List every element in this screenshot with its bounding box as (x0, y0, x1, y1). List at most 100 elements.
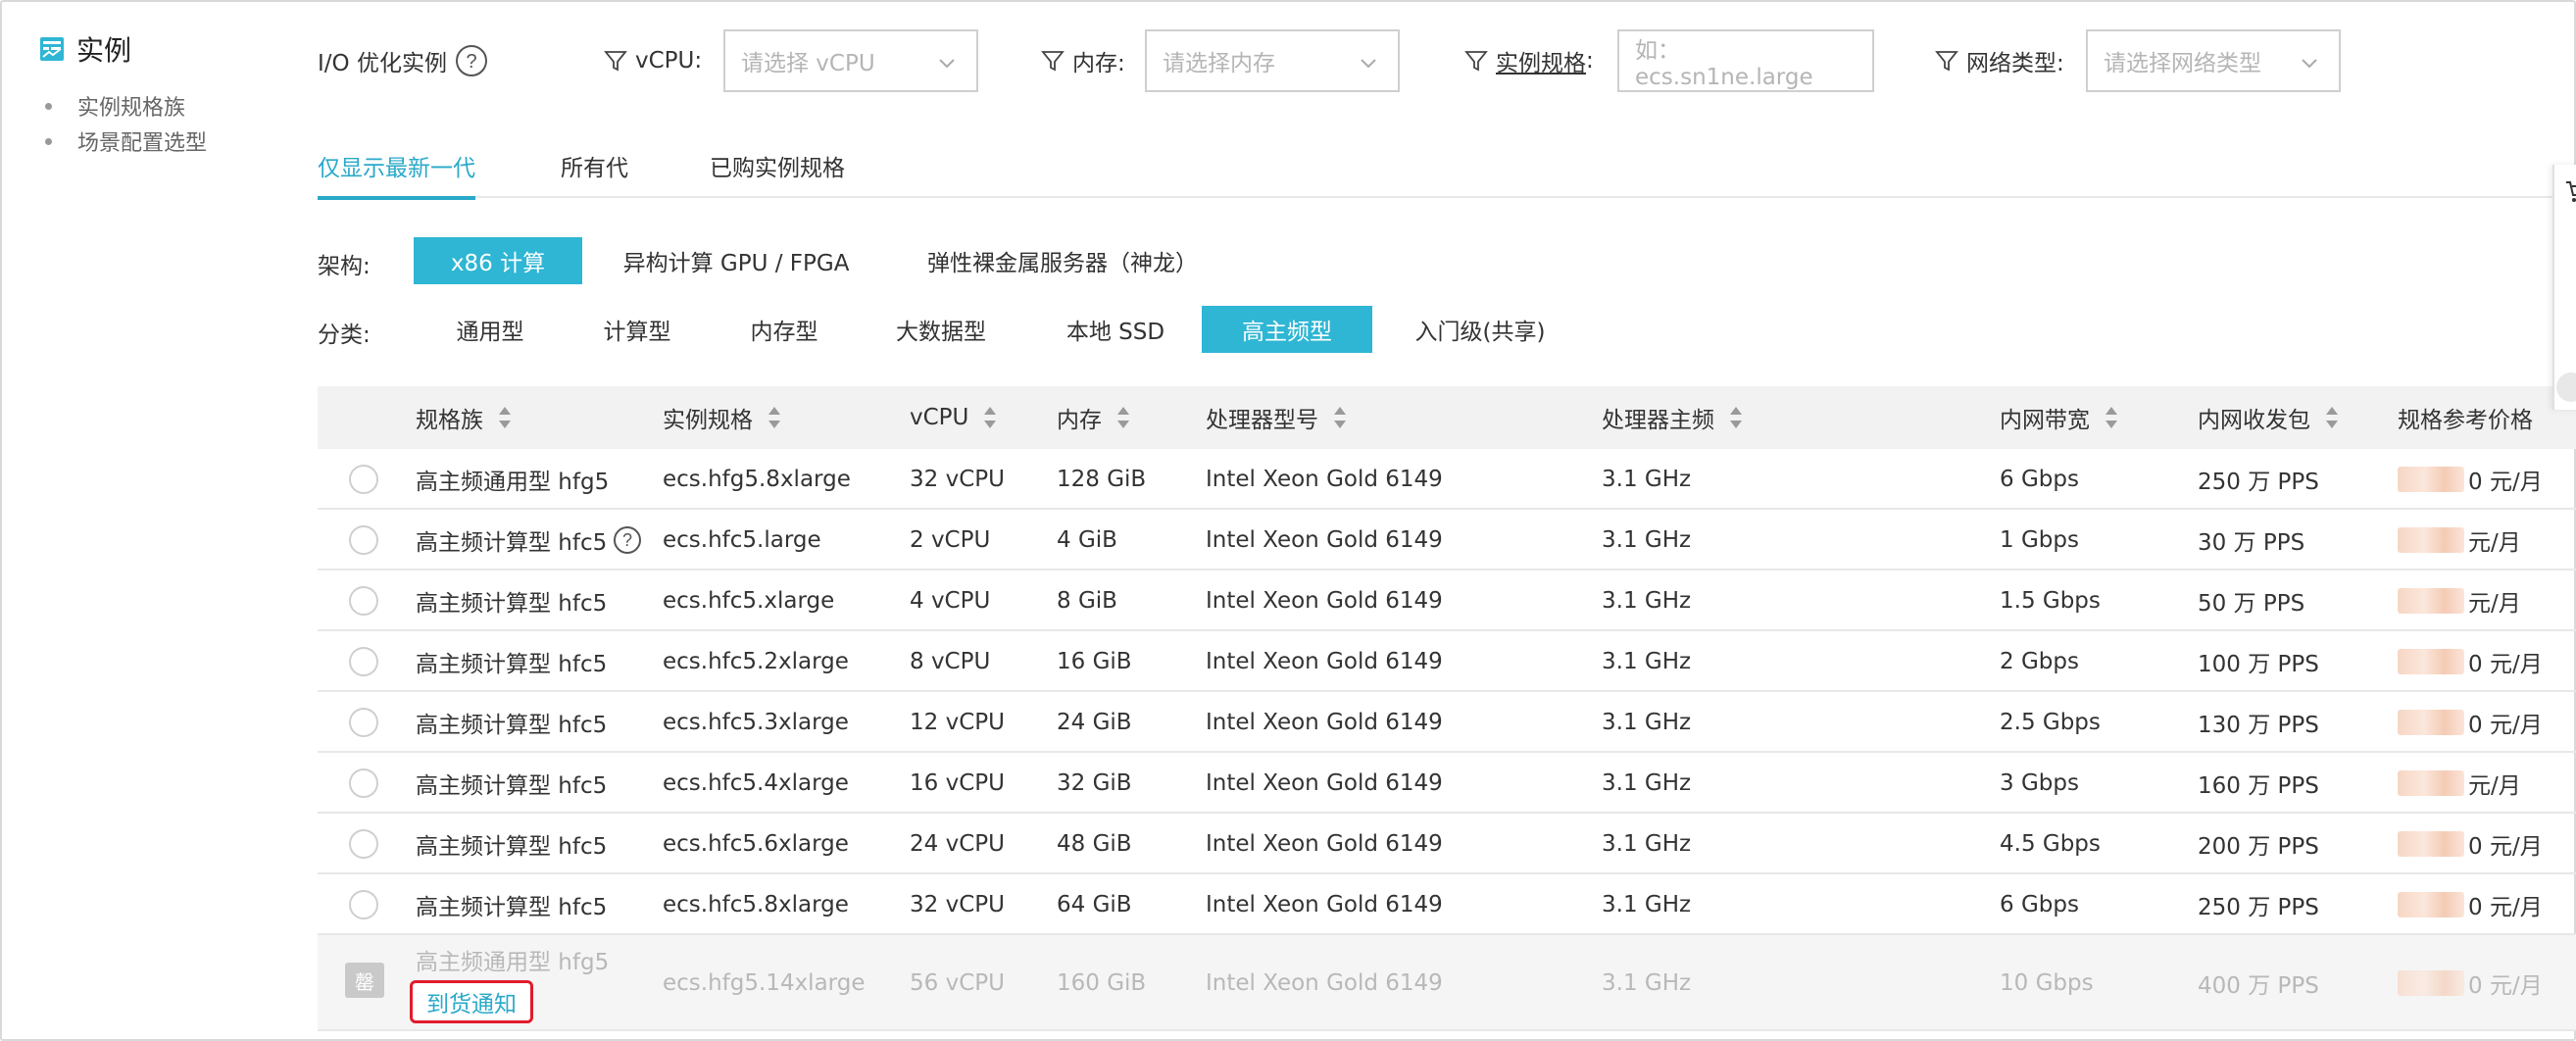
column-header-vcpu[interactable]: vCPU (910, 386, 998, 449)
table-row[interactable]: 高主频计算型 hfc5 ecs.hfc5.2xlarge 8 vCPU 16 GiB I… (318, 631, 2576, 692)
category-option-high-frequency[interactable]: 高主频型 (1202, 306, 1372, 353)
cell-family: 高主频通用型 hfg5 (416, 470, 610, 495)
cell-price: 0 元/月 (2398, 874, 2543, 935)
sidebar-item-families[interactable]: 实例规格族 (39, 88, 284, 124)
sort-icon (2326, 407, 2338, 428)
spec-link[interactable]: 实例规格 (1496, 44, 1586, 77)
column-header-spec[interactable]: 实例规格 (663, 386, 782, 449)
cell-family: 高主频通用型 hfg5 (416, 950, 610, 975)
row-radio[interactable] (349, 647, 378, 676)
cell-vcpu: 4 vCPU (910, 588, 991, 614)
vcpu-select[interactable]: 请选择 vCPU (723, 29, 978, 92)
cell-spec: ecs.hfc5.6xlarge (663, 831, 849, 857)
row-radio[interactable] (349, 708, 378, 737)
price-redacted (2398, 970, 2464, 996)
cell-cpu-model: Intel Xeon Gold 6149 (1206, 892, 1443, 917)
cell-family: 高主频计算型 hfc5 (416, 652, 608, 677)
cell-pps: 100 万 PPS (2198, 652, 2319, 677)
sort-icon (1730, 407, 1742, 428)
cell-cpu-frequency: 3.1 GHz (1602, 649, 1692, 674)
tab-purchased-specs[interactable]: 已购实例规格 (710, 137, 845, 198)
column-header-bandwidth[interactable]: 内网带宽 (2000, 386, 2119, 449)
arch-option-x86[interactable]: x86 计算 (414, 237, 582, 284)
cell-memory: 16 GiB (1057, 649, 1132, 674)
help-icon[interactable]: ? (455, 44, 488, 77)
cell-cpu-frequency: 3.1 GHz (1602, 710, 1692, 735)
spec-filter-label: 实例规格: (1464, 29, 1594, 92)
cell-cpu-model: Intel Xeon Gold 6149 (1206, 770, 1443, 796)
row-radio[interactable] (349, 525, 378, 555)
cell-cpu-model: Intel Xeon Gold 6149 (1206, 831, 1443, 857)
cell-vcpu: 32 vCPU (910, 467, 1005, 492)
row-radio[interactable] (349, 829, 378, 859)
table-row[interactable]: 高主频计算型 hfc5 ecs.hfc5.3xlarge 12 vCPU 24 GiB… (318, 692, 2576, 753)
cell-vcpu: 56 vCPU (910, 970, 1005, 996)
cell-vcpu: 16 vCPU (910, 770, 1005, 796)
chevron-down-icon (1361, 59, 1376, 69)
column-header-memory[interactable]: 内存 (1057, 386, 1131, 449)
table-row[interactable]: 高主频计算型 hfc5 ecs.hfc5.4xlarge 16 vCPU 32 GiB… (318, 753, 2576, 814)
cell-memory: 8 GiB (1057, 588, 1117, 614)
cell-price: 0 元/月 (2398, 935, 2543, 1031)
table-row[interactable]: 高主频计算型 hfc5 ecs.hfc5.xlarge 4 vCPU 8 GiB Int… (318, 570, 2576, 631)
instance-spec-table: 规格族 实例规格 vCPU 内存 处理器型号 处理器主频 内网带宽 内网收发包 … (318, 386, 2576, 1031)
category-option-big-data[interactable]: 大数据型 (872, 306, 1010, 353)
svg-text:?: ? (622, 530, 632, 550)
memory-select[interactable]: 请选择内存 (1145, 29, 1400, 92)
cell-spec: ecs.hfc5.8xlarge (663, 892, 849, 917)
category-option-compute[interactable]: 计算型 (578, 306, 696, 353)
arch-option-gpu-fpga[interactable]: 异构计算 GPU / FPGA (604, 237, 868, 284)
tab-latest-generation[interactable]: 仅显示最新一代 (318, 137, 475, 200)
column-header-cpu-model[interactable]: 处理器型号 (1206, 386, 1348, 449)
table-row[interactable]: 高主频计算型 hfc5? ecs.hfc5.large 2 vCPU 4 GiB Int… (318, 510, 2576, 570)
row-radio[interactable] (349, 890, 378, 919)
arch-option-bare-metal[interactable]: 弹性裸金属服务器（神龙） (916, 237, 1210, 284)
category-option-local-ssd[interactable]: 本地 SSD (1043, 306, 1188, 353)
column-header-family[interactable]: 规格族 (416, 386, 513, 449)
io-optimized-filter: I/O 优化实例 ? (318, 29, 488, 92)
table-row[interactable]: 高主频通用型 hfg5 ecs.hfg5.8xlarge 32 vCPU 128 Gi… (318, 449, 2576, 510)
category-option-entry-level[interactable]: 入门级(共享) (1400, 306, 1560, 353)
cell-bandwidth: 4.5 Gbps (2000, 831, 2101, 857)
restock-notify-button[interactable]: 到货通知 (410, 980, 533, 1023)
tab-all-generations[interactable]: 所有代 (561, 137, 628, 198)
cell-bandwidth: 2 Gbps (2000, 649, 2079, 674)
row-radio[interactable] (349, 768, 378, 798)
column-header-pps[interactable]: 内网收发包 (2198, 386, 2340, 449)
category-option-memory[interactable]: 内存型 (725, 306, 843, 353)
sidebar: 实例 实例规格族 场景配置选型 (39, 29, 284, 159)
cell-spec: ecs.hfc5.large (663, 527, 821, 553)
cell-spec: ecs.hfc5.2xlarge (663, 649, 849, 674)
cell-cpu-frequency: 3.1 GHz (1602, 588, 1692, 614)
sidebar-item-scenarios[interactable]: 场景配置选型 (39, 124, 284, 159)
category-option-general[interactable]: 通用型 (431, 306, 549, 353)
cell-pps: 30 万 PPS (2198, 530, 2305, 556)
column-header-cpu-frequency[interactable]: 处理器主频 (1602, 386, 1744, 449)
cell-cpu-model: Intel Xeon Gold 6149 (1206, 467, 1443, 492)
network-select[interactable]: 请选择网络类型 (2086, 29, 2341, 92)
spec-input[interactable]: 如：ecs.sn1ne.large (1617, 29, 1874, 92)
sidebar-item-label: 场景配置选型 (77, 131, 208, 156)
cell-cpu-frequency: 3.1 GHz (1602, 527, 1692, 553)
sort-icon (768, 407, 780, 428)
price-redacted (2398, 710, 2464, 735)
help-icon[interactable]: ? (613, 525, 642, 555)
cell-family: 高主频计算型 hfc5 (416, 773, 608, 799)
cell-cpu-frequency: 3.1 GHz (1602, 467, 1692, 492)
cart-icon (2566, 181, 2576, 202)
row-radio[interactable] (349, 586, 378, 616)
category-label: 分类: (318, 322, 371, 348)
cell-cpu-model: Intel Xeon Gold 6149 (1206, 710, 1443, 735)
sort-icon (2105, 407, 2117, 428)
cell-memory: 32 GiB (1057, 770, 1132, 796)
cell-memory: 160 GiB (1057, 970, 1147, 996)
column-header-price[interactable]: 规格参考价格 (2398, 386, 2533, 449)
cell-cpu-model: Intel Xeon Gold 6149 (1206, 527, 1443, 553)
bullet-icon (45, 102, 52, 110)
io-optimized-label: I/O 优化实例 (318, 51, 447, 76)
table-row[interactable]: 高主频计算型 hfc5 ecs.hfc5.6xlarge 24 vCPU 48 GiB… (318, 814, 2576, 874)
row-radio[interactable] (349, 465, 378, 494)
sold-out-badge: 罄 (345, 963, 384, 998)
cell-bandwidth: 3 Gbps (2000, 770, 2079, 796)
table-row[interactable]: 高主频计算型 hfc5 ecs.hfc5.8xlarge 32 vCPU 64 GiB… (318, 874, 2576, 935)
